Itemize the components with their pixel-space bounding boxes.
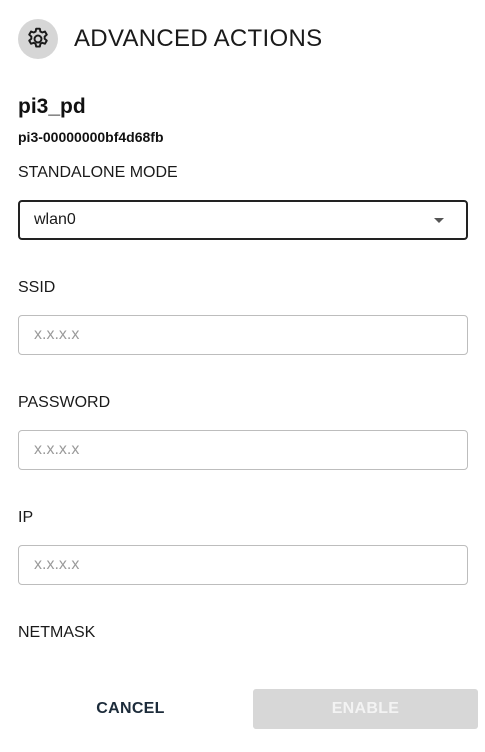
gear-icon xyxy=(18,19,58,59)
ssid-input[interactable] xyxy=(18,315,468,355)
ip-input[interactable] xyxy=(18,545,468,585)
enable-button[interactable]: ENABLE xyxy=(253,689,478,729)
ssid-label: SSID xyxy=(18,279,56,296)
standalone-mode-selected-value: wlan0 xyxy=(34,211,76,228)
netmask-label: NETMASK xyxy=(18,624,96,641)
dialog-header: ADVANCED ACTIONS xyxy=(18,19,322,59)
device-id: pi3-00000000bf4d68fb xyxy=(18,129,164,145)
password-input[interactable] xyxy=(18,430,468,470)
dialog-title: ADVANCED ACTIONS xyxy=(74,25,323,52)
standalone-mode-label: STANDALONE MODE xyxy=(18,164,178,181)
advanced-actions-dialog: ADVANCED ACTIONS pi3_pd pi3-00000000bf4d… xyxy=(0,0,485,752)
ip-label: IP xyxy=(18,509,34,526)
password-label: PASSWORD xyxy=(18,394,111,411)
dropdown-arrow-icon xyxy=(434,217,444,223)
standalone-mode-select[interactable]: wlan0 xyxy=(18,200,468,240)
device-name: pi3_pd xyxy=(18,95,86,118)
cancel-button[interactable]: CANCEL xyxy=(18,689,243,729)
